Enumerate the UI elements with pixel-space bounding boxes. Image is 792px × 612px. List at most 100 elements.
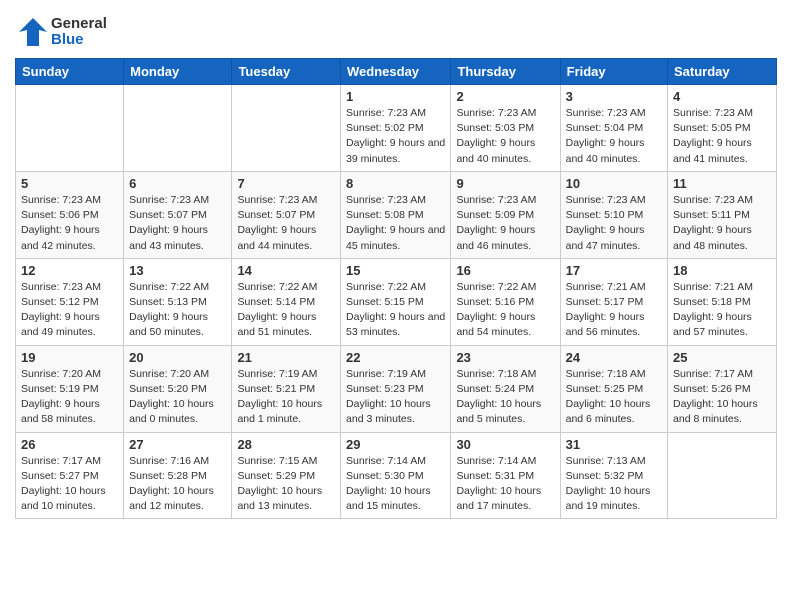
calendar-day-9: 9 Sunrise: 7:23 AMSunset: 5:09 PMDaylight… <box>451 171 560 258</box>
day-number: 15 <box>346 263 445 278</box>
calendar-day-24: 24 Sunrise: 7:18 AMSunset: 5:25 PMDayligh… <box>560 345 667 432</box>
weekday-header-saturday: Saturday <box>668 59 777 85</box>
day-content: Sunrise: 7:23 AMSunset: 5:03 PMDaylight:… <box>456 106 554 167</box>
header: GeneralBlue <box>15 10 777 50</box>
day-content: Sunrise: 7:16 AMSunset: 5:28 PMDaylight:… <box>129 454 226 515</box>
day-number: 27 <box>129 437 226 452</box>
day-content: Sunrise: 7:15 AMSunset: 5:29 PMDaylight:… <box>237 454 335 515</box>
day-content: Sunrise: 7:22 AMSunset: 5:14 PMDaylight:… <box>237 280 335 341</box>
day-number: 22 <box>346 350 445 365</box>
day-content: Sunrise: 7:23 AMSunset: 5:07 PMDaylight:… <box>237 193 335 254</box>
day-content: Sunrise: 7:23 AMSunset: 5:05 PMDaylight:… <box>673 106 771 167</box>
day-content: Sunrise: 7:21 AMSunset: 5:18 PMDaylight:… <box>673 280 771 341</box>
day-number: 7 <box>237 176 335 191</box>
calendar-day-22: 22 Sunrise: 7:19 AMSunset: 5:23 PMDayligh… <box>341 345 451 432</box>
calendar-day-21: 21 Sunrise: 7:19 AMSunset: 5:21 PMDayligh… <box>232 345 341 432</box>
day-content: Sunrise: 7:23 AMSunset: 5:07 PMDaylight:… <box>129 193 226 254</box>
day-number: 10 <box>566 176 662 191</box>
day-content: Sunrise: 7:23 AMSunset: 5:06 PMDaylight:… <box>21 193 118 254</box>
calendar-day-17: 17 Sunrise: 7:21 AMSunset: 5:17 PMDayligh… <box>560 258 667 345</box>
day-content: Sunrise: 7:21 AMSunset: 5:17 PMDaylight:… <box>566 280 662 341</box>
calendar-day-16: 16 Sunrise: 7:22 AMSunset: 5:16 PMDayligh… <box>451 258 560 345</box>
day-content: Sunrise: 7:23 AMSunset: 5:04 PMDaylight:… <box>566 106 662 167</box>
calendar-day-7: 7 Sunrise: 7:23 AMSunset: 5:07 PMDaylight… <box>232 171 341 258</box>
day-number: 20 <box>129 350 226 365</box>
day-number: 1 <box>346 89 445 104</box>
day-content: Sunrise: 7:17 AMSunset: 5:26 PMDaylight:… <box>673 367 771 428</box>
calendar-day-12: 12Sunrise: 7:23 AMSunset: 5:12 PMDayligh… <box>16 258 124 345</box>
day-content: Sunrise: 7:20 AMSunset: 5:19 PMDaylight:… <box>21 367 118 428</box>
day-content: Sunrise: 7:18 AMSunset: 5:25 PMDaylight:… <box>566 367 662 428</box>
weekday-header-sunday: Sunday <box>16 59 124 85</box>
day-number: 18 <box>673 263 771 278</box>
day-content: Sunrise: 7:22 AMSunset: 5:16 PMDaylight:… <box>456 280 554 341</box>
calendar-day-30: 30Sunrise: 7:14 AMSunset: 5:31 PMDayligh… <box>451 432 560 519</box>
weekday-header-thursday: Thursday <box>451 59 560 85</box>
empty-cell <box>124 85 232 172</box>
day-content: Sunrise: 7:23 AMSunset: 5:11 PMDaylight:… <box>673 193 771 254</box>
day-number: 11 <box>673 176 771 191</box>
day-number: 16 <box>456 263 554 278</box>
page-container: GeneralBlue SundayMondayTuesdayWednesday… <box>0 0 792 534</box>
calendar-day-20: 20 Sunrise: 7:20 AMSunset: 5:20 PMDayligh… <box>124 345 232 432</box>
calendar-day-15: 15Sunrise: 7:22 AMSunset: 5:15 PMDayligh… <box>341 258 451 345</box>
calendar-day-27: 27 Sunrise: 7:16 AMSunset: 5:28 PMDayligh… <box>124 432 232 519</box>
logo-bird-icon <box>15 14 51 50</box>
day-content: Sunrise: 7:13 AMSunset: 5:32 PMDaylight:… <box>566 454 662 515</box>
calendar-day-6: 6 Sunrise: 7:23 AMSunset: 5:07 PMDaylight… <box>124 171 232 258</box>
day-number: 6 <box>129 176 226 191</box>
calendar-week-row: 12Sunrise: 7:23 AMSunset: 5:12 PMDayligh… <box>16 258 777 345</box>
weekday-header-tuesday: Tuesday <box>232 59 341 85</box>
day-content: Sunrise: 7:22 AMSunset: 5:13 PMDaylight:… <box>129 280 226 341</box>
day-number: 24 <box>566 350 662 365</box>
day-content: Sunrise: 7:20 AMSunset: 5:20 PMDaylight:… <box>129 367 226 428</box>
day-content: Sunrise: 7:23 AMSunset: 5:09 PMDaylight:… <box>456 193 554 254</box>
weekday-header-friday: Friday <box>560 59 667 85</box>
day-number: 30 <box>456 437 554 452</box>
day-number: 31 <box>566 437 662 452</box>
calendar-day-31: 31 Sunrise: 7:13 AMSunset: 5:32 PMDayligh… <box>560 432 667 519</box>
day-number: 21 <box>237 350 335 365</box>
empty-cell <box>16 85 124 172</box>
calendar-day-5: 5 Sunrise: 7:23 AMSunset: 5:06 PMDaylight… <box>16 171 124 258</box>
day-number: 13 <box>129 263 226 278</box>
day-content: Sunrise: 7:17 AMSunset: 5:27 PMDaylight:… <box>21 454 118 515</box>
calendar-day-14: 14 Sunrise: 7:22 AMSunset: 5:14 PMDayligh… <box>232 258 341 345</box>
empty-cell <box>232 85 341 172</box>
calendar-day-23: 23Sunrise: 7:18 AMSunset: 5:24 PMDayligh… <box>451 345 560 432</box>
day-number: 29 <box>346 437 445 452</box>
calendar-day-10: 10 Sunrise: 7:23 AMSunset: 5:10 PMDayligh… <box>560 171 667 258</box>
calendar-day-4: 4 Sunrise: 7:23 AMSunset: 5:05 PMDaylight… <box>668 85 777 172</box>
day-content: Sunrise: 7:19 AMSunset: 5:21 PMDaylight:… <box>237 367 335 428</box>
calendar-week-row: 5 Sunrise: 7:23 AMSunset: 5:06 PMDaylight… <box>16 171 777 258</box>
weekday-header-monday: Monday <box>124 59 232 85</box>
empty-cell <box>668 432 777 519</box>
calendar-table: SundayMondayTuesdayWednesdayThursdayFrid… <box>15 58 777 519</box>
calendar-day-1: 1 Sunrise: 7:23 AMSunset: 5:02 PMDaylight… <box>341 85 451 172</box>
day-number: 25 <box>673 350 771 365</box>
weekday-header-wednesday: Wednesday <box>341 59 451 85</box>
day-number: 19 <box>21 350 118 365</box>
day-number: 14 <box>237 263 335 278</box>
day-number: 8 <box>346 176 445 191</box>
calendar-day-3: 3 Sunrise: 7:23 AMSunset: 5:04 PMDaylight… <box>560 85 667 172</box>
day-content: Sunrise: 7:23 AMSunset: 5:10 PMDaylight:… <box>566 193 662 254</box>
calendar-week-row: 26 Sunrise: 7:17 AMSunset: 5:27 PMDayligh… <box>16 432 777 519</box>
day-number: 28 <box>237 437 335 452</box>
day-number: 12 <box>21 263 118 278</box>
day-number: 26 <box>21 437 118 452</box>
day-number: 9 <box>456 176 554 191</box>
day-number: 4 <box>673 89 771 104</box>
day-number: 3 <box>566 89 662 104</box>
day-content: Sunrise: 7:18 AMSunset: 5:24 PMDaylight:… <box>456 367 554 428</box>
calendar-day-25: 25 Sunrise: 7:17 AMSunset: 5:26 PMDayligh… <box>668 345 777 432</box>
day-number: 17 <box>566 263 662 278</box>
day-number: 5 <box>21 176 118 191</box>
calendar-week-row: 19 Sunrise: 7:20 AMSunset: 5:19 PMDayligh… <box>16 345 777 432</box>
day-content: Sunrise: 7:19 AMSunset: 5:23 PMDaylight:… <box>346 367 445 428</box>
calendar-day-26: 26 Sunrise: 7:17 AMSunset: 5:27 PMDayligh… <box>16 432 124 519</box>
day-content: Sunrise: 7:23 AMSunset: 5:02 PMDaylight:… <box>346 106 445 167</box>
calendar-day-13: 13 Sunrise: 7:22 AMSunset: 5:13 PMDayligh… <box>124 258 232 345</box>
day-number: 2 <box>456 89 554 104</box>
calendar-day-28: 28 Sunrise: 7:15 AMSunset: 5:29 PMDayligh… <box>232 432 341 519</box>
